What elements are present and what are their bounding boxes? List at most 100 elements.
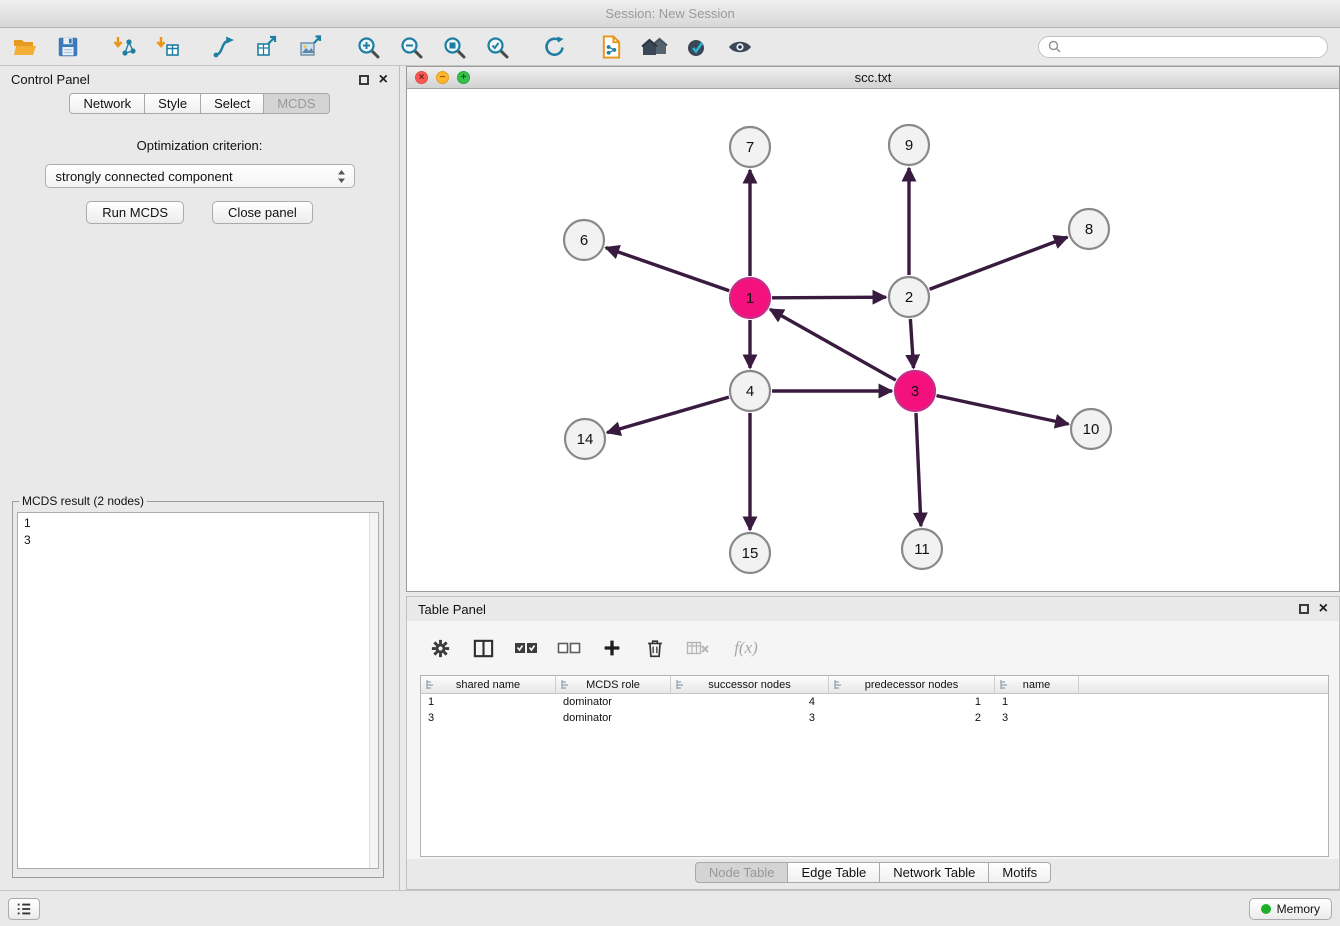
table-tab-node-table[interactable]: Node Table — [695, 862, 789, 883]
file-group — [8, 32, 94, 62]
graph-node-9[interactable]: 9 — [889, 125, 929, 165]
view-group — [594, 32, 766, 62]
mcds-result-text[interactable]: 13 — [17, 512, 379, 869]
show-columns-icon[interactable] — [470, 635, 496, 661]
table-tab-edge-table[interactable]: Edge Table — [788, 862, 880, 883]
tab-mcds[interactable]: MCDS — [264, 93, 329, 114]
graph-node-10[interactable]: 10 — [1071, 409, 1111, 449]
sort-icon — [675, 679, 686, 690]
cell-successor-nodes[interactable]: 4 — [671, 694, 829, 710]
close-window-button[interactable]: × — [415, 71, 428, 84]
table-row-1[interactable]: 1dominator411 — [421, 694, 1328, 710]
memory-button[interactable]: Memory — [1249, 898, 1332, 920]
edge-1-6[interactable] — [606, 248, 730, 291]
apply-style-icon[interactable] — [680, 32, 714, 62]
home-icon[interactable] — [637, 32, 671, 62]
edge-2-8[interactable] — [930, 237, 1068, 289]
table-row-2[interactable]: 3dominator323 — [421, 710, 1328, 726]
result-scrollbar[interactable] — [369, 513, 378, 868]
table-tab-network-table[interactable]: Network Table — [880, 862, 989, 883]
cell-name[interactable]: 3 — [995, 710, 1079, 726]
import-table-icon[interactable] — [151, 32, 185, 62]
tab-style[interactable]: Style — [145, 93, 201, 114]
graph-node-6[interactable]: 6 — [564, 220, 604, 260]
column-header-successor-nodes[interactable]: successor nodes — [671, 676, 829, 693]
table-settings-icon[interactable] — [427, 635, 453, 661]
tab-select[interactable]: Select — [201, 93, 264, 114]
edge-4-14[interactable] — [607, 397, 729, 432]
search-input[interactable] — [1067, 40, 1318, 54]
svg-text:14: 14 — [577, 431, 594, 448]
export-table-icon[interactable] — [251, 32, 285, 62]
function-builder-icon[interactable]: f(x) — [728, 635, 764, 661]
graph-node-4[interactable]: 4 — [730, 371, 770, 411]
export-image-icon[interactable] — [294, 32, 328, 62]
tab-network[interactable]: Network — [69, 93, 145, 114]
export-network-icon[interactable] — [208, 32, 242, 62]
import-group — [108, 32, 194, 62]
statusbar: Memory — [0, 890, 1340, 926]
window-titlebar: Session: New Session — [0, 0, 1340, 28]
open-session-icon[interactable] — [8, 32, 42, 62]
graph-node-11[interactable]: 11 — [902, 529, 942, 569]
graph-node-2[interactable]: 2 — [889, 277, 929, 317]
cell-mcds-role[interactable]: dominator — [556, 710, 671, 726]
edge-2-3[interactable] — [910, 319, 913, 368]
cell-successor-nodes[interactable]: 3 — [671, 710, 829, 726]
close-table-panel-icon[interactable]: × — [1319, 601, 1328, 617]
select-all-rows-icon[interactable] — [513, 635, 539, 661]
zoom-fit-icon[interactable] — [437, 32, 471, 62]
cell-name[interactable]: 1 — [995, 694, 1079, 710]
cell-shared-name[interactable]: 3 — [421, 710, 556, 726]
column-header-shared-name[interactable]: shared name — [421, 676, 556, 693]
run-mcds-button[interactable]: Run MCDS — [86, 201, 184, 224]
graph-node-15[interactable]: 15 — [730, 533, 770, 573]
edge-3-1[interactable] — [770, 309, 896, 380]
memory-status-icon — [1261, 904, 1271, 914]
column-header-mcds-role[interactable]: MCDS role — [556, 676, 671, 693]
zoom-selected-icon[interactable] — [480, 32, 514, 62]
graph-node-8[interactable]: 8 — [1069, 209, 1109, 249]
cell-predecessor-nodes[interactable]: 1 — [829, 694, 995, 710]
edge-1-2[interactable] — [772, 297, 886, 298]
graph-node-14[interactable]: 14 — [565, 419, 605, 459]
memory-label: Memory — [1277, 902, 1320, 916]
mcds-buttons: Run MCDS Close panel — [0, 201, 399, 224]
minimize-window-button[interactable]: − — [436, 71, 449, 84]
close-panel-button[interactable]: Close panel — [212, 201, 313, 224]
graph-node-3[interactable]: 3 — [895, 371, 935, 411]
float-panel-icon[interactable] — [359, 75, 369, 85]
save-session-icon[interactable] — [51, 32, 85, 62]
maximize-window-button[interactable]: + — [457, 71, 470, 84]
delete-row-icon[interactable] — [642, 635, 668, 661]
deselect-all-rows-icon[interactable] — [556, 635, 582, 661]
close-panel-icon[interactable]: × — [379, 72, 388, 88]
network-canvas[interactable]: 7 9 6 8 1 2 4 3 14 10 15 11 — [407, 89, 1339, 591]
apply-layout-icon[interactable] — [537, 32, 571, 62]
column-label: name — [1023, 679, 1051, 691]
cell-mcds-role[interactable]: dominator — [556, 694, 671, 710]
add-column-icon[interactable] — [599, 635, 625, 661]
graph-node-1[interactable]: 1 — [730, 278, 770, 318]
task-history-button[interactable] — [8, 898, 40, 920]
network-window-titlebar: × − + scc.txt — [407, 67, 1339, 89]
export-group — [208, 32, 337, 62]
table-tab-motifs[interactable]: Motifs — [989, 862, 1051, 883]
graph-node-7[interactable]: 7 — [730, 127, 770, 167]
eye-icon[interactable] — [723, 32, 757, 62]
criterion-dropdown[interactable]: strongly connected component — [45, 164, 355, 188]
zoom-in-icon[interactable] — [351, 32, 385, 62]
column-header-predecessor-nodes[interactable]: predecessor nodes — [829, 676, 995, 693]
sort-icon — [425, 679, 436, 690]
import-network-icon[interactable] — [108, 32, 142, 62]
table-panel-header: Table Panel × — [407, 597, 1339, 621]
cell-shared-name[interactable]: 1 — [421, 694, 556, 710]
column-header-name[interactable]: name — [995, 676, 1079, 693]
delete-column-icon[interactable] — [685, 635, 711, 661]
float-table-panel-icon[interactable] — [1299, 604, 1309, 614]
edge-3-11[interactable] — [916, 413, 921, 526]
zoom-out-icon[interactable] — [394, 32, 428, 62]
network-file-icon[interactable] — [594, 32, 628, 62]
edge-3-10[interactable] — [937, 396, 1069, 425]
cell-predecessor-nodes[interactable]: 2 — [829, 710, 995, 726]
